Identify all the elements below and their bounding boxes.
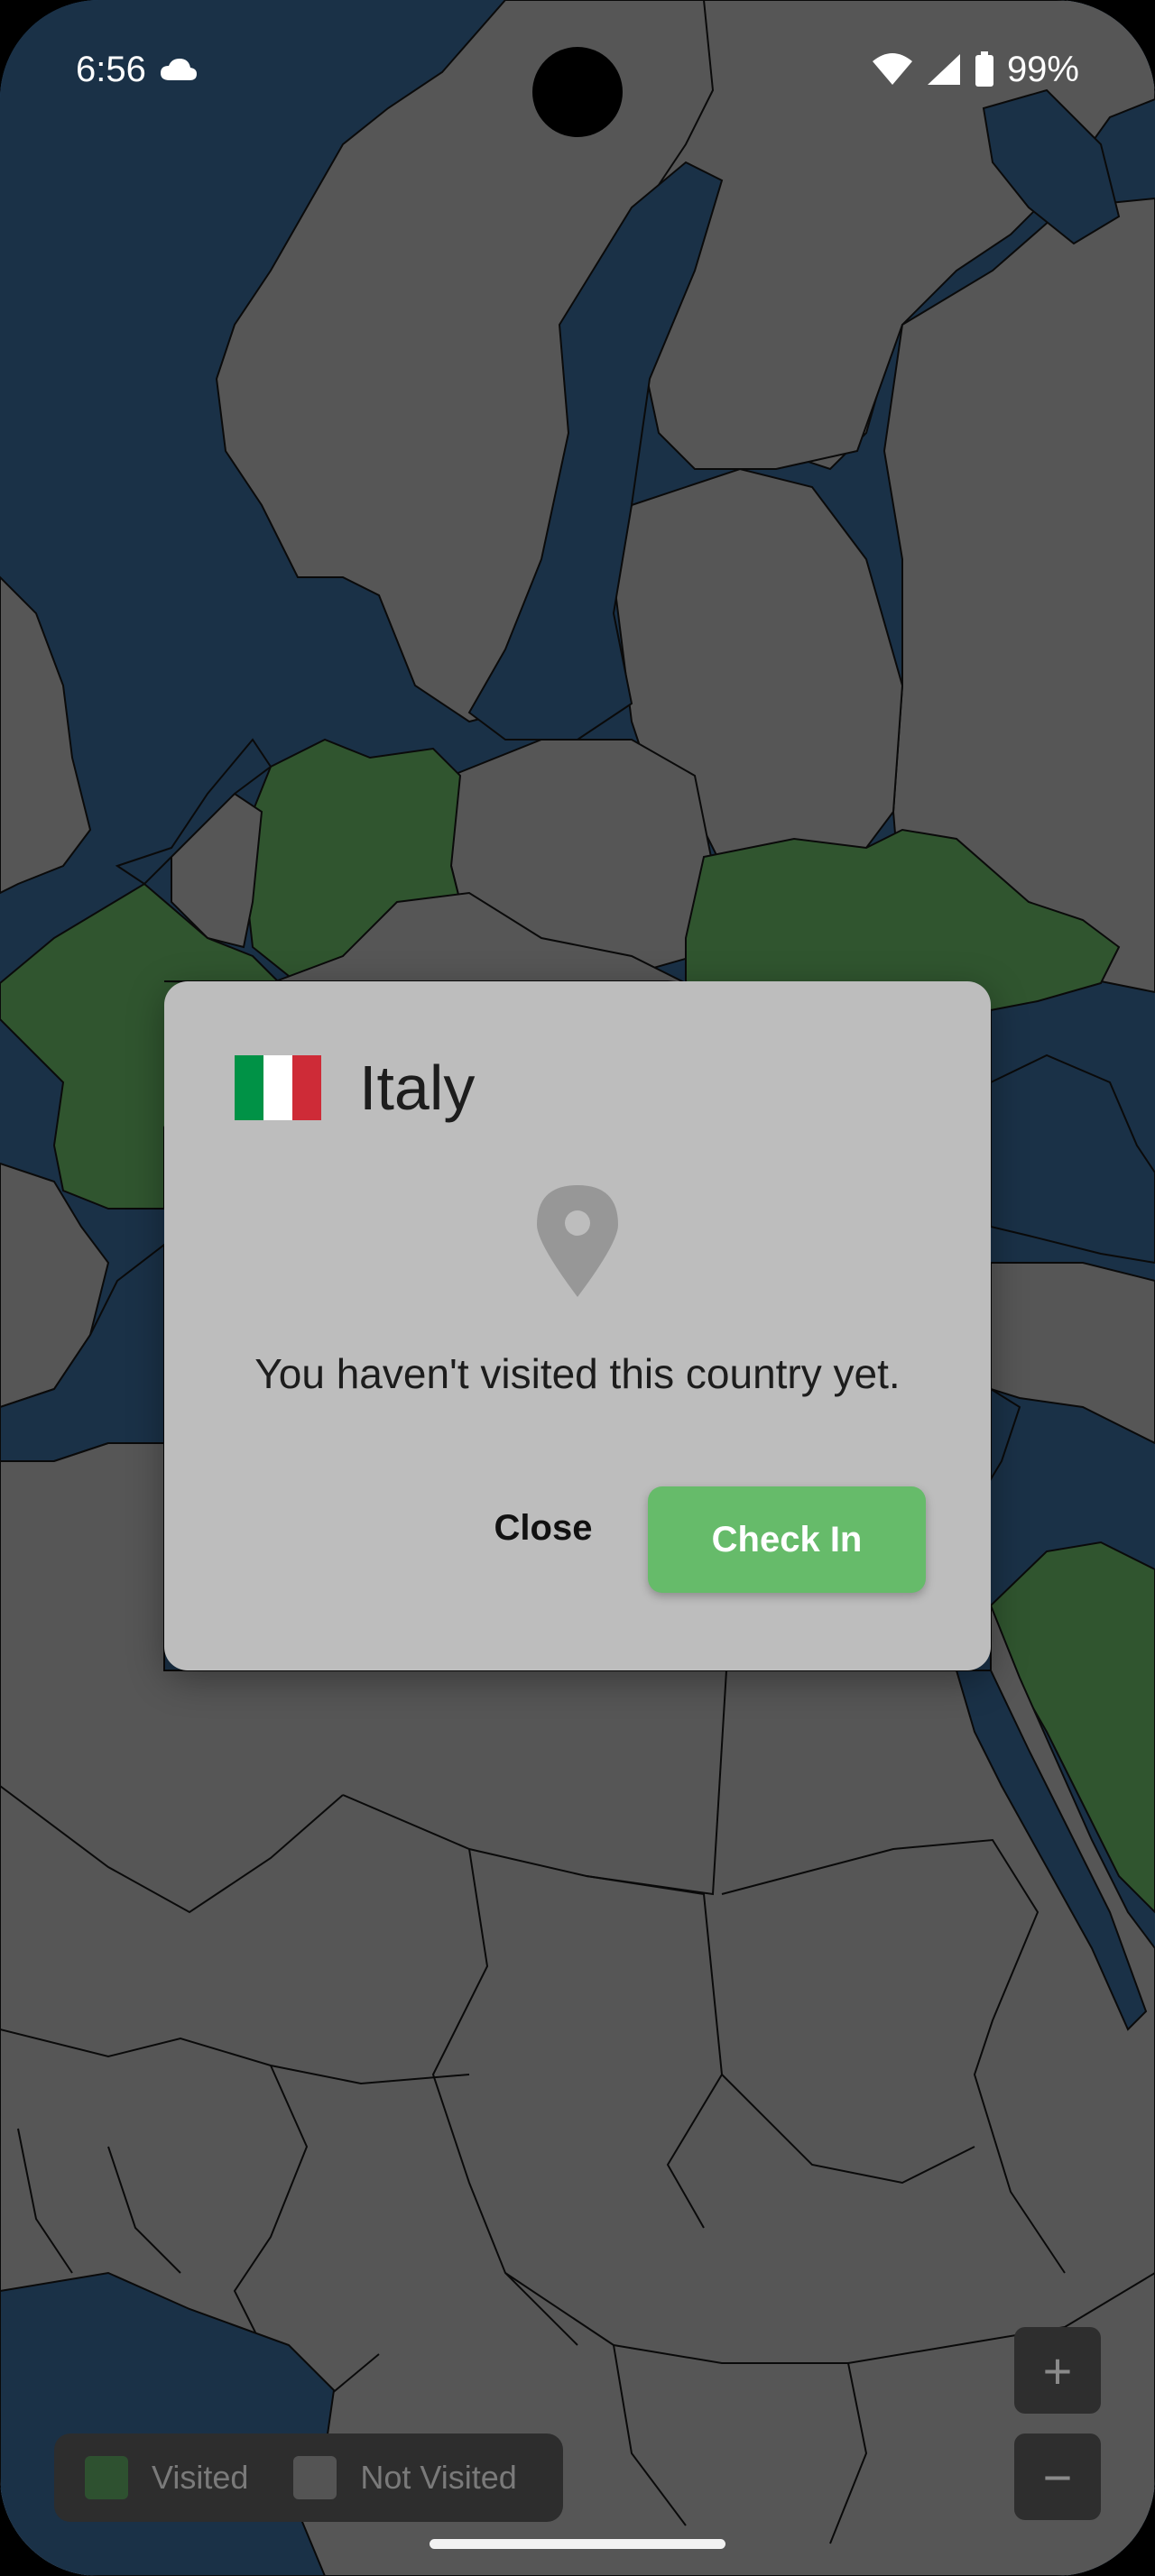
status-bar-right: 99%	[872, 47, 1079, 92]
battery-percent: 99%	[1006, 49, 1079, 89]
flag-stripe-green	[235, 1055, 263, 1120]
zoom-out-button[interactable]: −	[1014, 2433, 1101, 2520]
battery-icon	[975, 51, 993, 87]
map-legend: Visited Not Visited	[54, 2433, 563, 2522]
location-pin-icon	[537, 1185, 618, 1297]
not-visited-swatch	[293, 2456, 337, 2499]
dialog-title: Italy	[359, 1053, 476, 1123]
country-dialog: Italy You haven't visited this country y…	[164, 981, 991, 1670]
dialog-message: You haven't visited this country yet.	[254, 1350, 901, 1397]
signal-icon	[927, 54, 960, 85]
status-time: 6:56	[76, 49, 146, 89]
flag-stripe-white	[263, 1055, 292, 1120]
check-in-button[interactable]: Check In	[648, 1486, 926, 1593]
flag-stripe-red	[292, 1055, 321, 1120]
home-indicator[interactable]	[430, 2539, 725, 2549]
camera-cutout	[532, 47, 623, 137]
italy-flag-icon	[235, 1055, 321, 1120]
close-button[interactable]: Close	[480, 1483, 606, 1573]
zoom-in-button[interactable]: +	[1014, 2327, 1101, 2414]
status-bar-left: 6:56	[76, 47, 199, 92]
legend-not-visited-label: Not Visited	[360, 2459, 517, 2496]
cloud-icon	[160, 59, 197, 80]
legend-visited-label: Visited	[152, 2459, 249, 2496]
wifi-icon	[872, 53, 912, 85]
visited-swatch	[85, 2456, 128, 2499]
phone-screen: 6:56 99% Italy You haven't visited this	[0, 0, 1155, 2576]
